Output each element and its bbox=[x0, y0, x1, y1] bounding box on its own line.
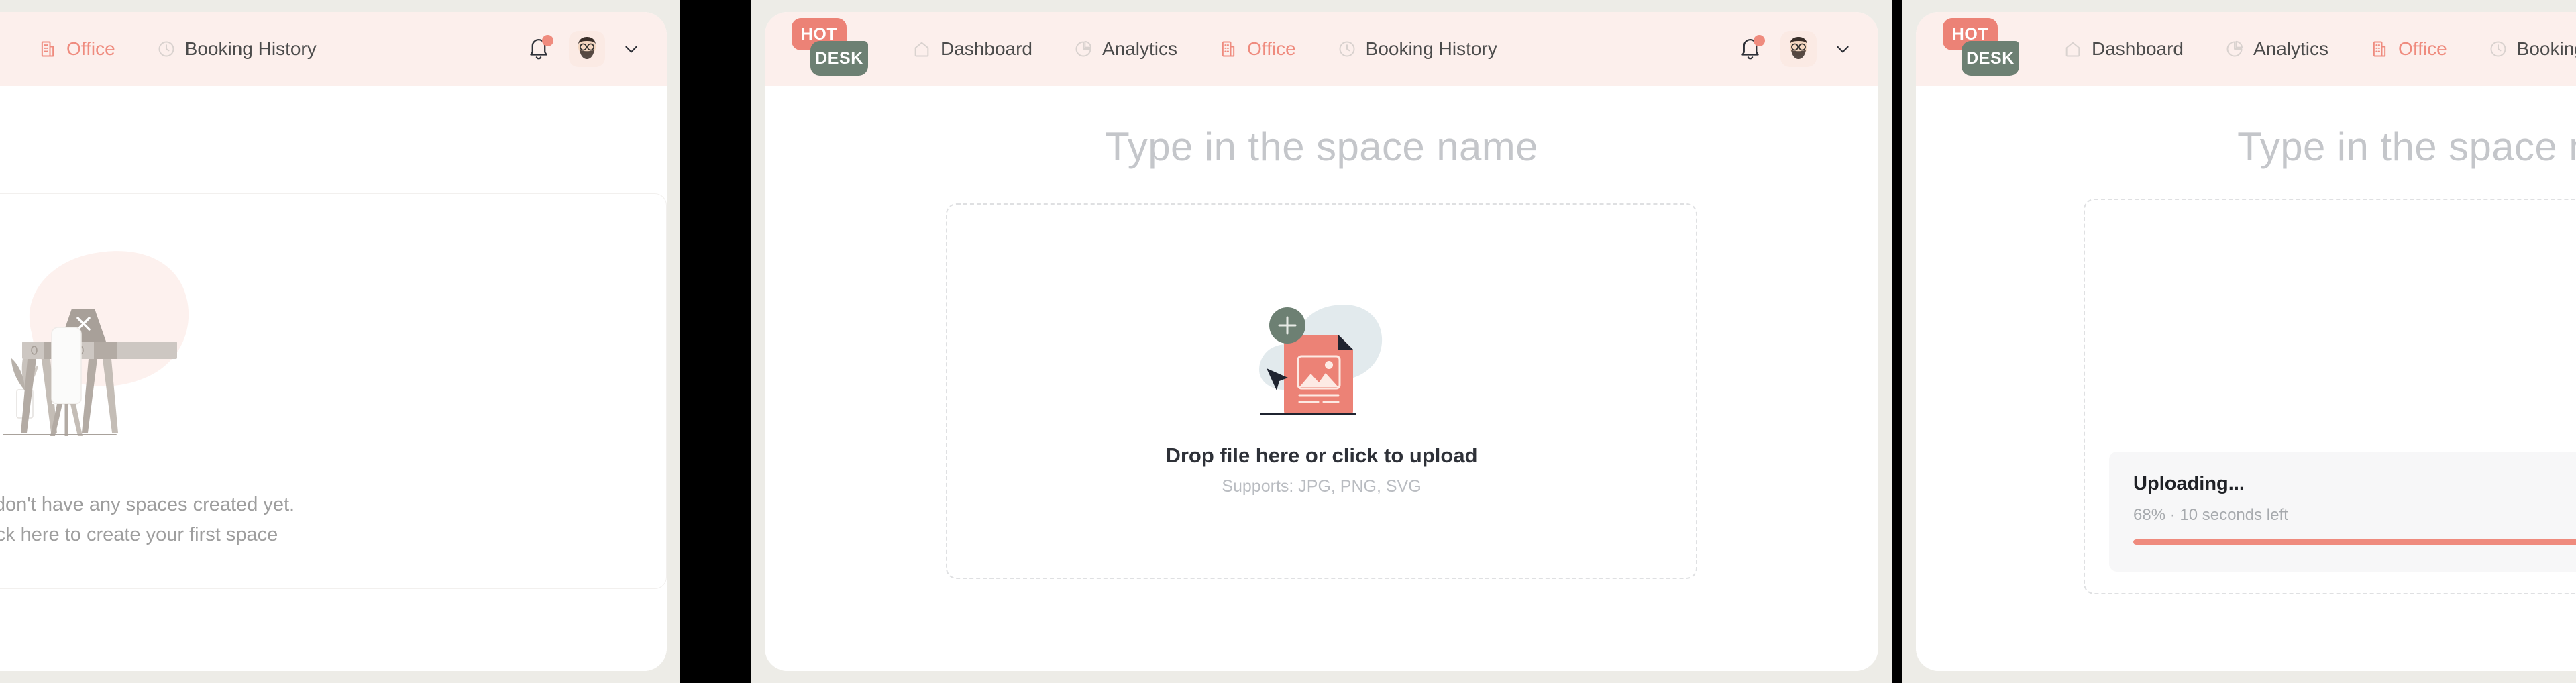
panel-2-body: Type in the space name bbox=[765, 86, 1878, 671]
nav-label: Dashboard bbox=[941, 38, 1032, 60]
nav-label: Booking History bbox=[1366, 38, 1497, 60]
nav-label: Office bbox=[66, 38, 115, 60]
file-upload-illustration bbox=[1234, 286, 1409, 421]
app-card-3: HOT DESK Dashboard Analytics bbox=[1916, 12, 2576, 671]
file-dropzone[interactable]: Drop file here or click to upload Suppor… bbox=[2084, 199, 2576, 594]
upload-status-meta: 68% · 10 seconds left bbox=[2133, 506, 2576, 525]
brand-logo-3[interactable]: HOT DESK bbox=[1943, 18, 2023, 80]
notification-badge bbox=[542, 35, 553, 46]
building-icon bbox=[38, 40, 57, 58]
clock-icon bbox=[157, 40, 176, 58]
nav-label: Office bbox=[1247, 38, 1296, 60]
dropzone-subtitle: Supports: JPG, PNG, SVG bbox=[1222, 477, 1421, 496]
upload-status-title: Uploading... bbox=[2133, 473, 2576, 495]
home-icon bbox=[912, 40, 931, 58]
nav-item-office[interactable]: Office bbox=[38, 38, 115, 60]
nav-item-booking-history[interactable]: Booking History bbox=[1338, 38, 1497, 60]
file-dropzone[interactable]: Drop file here or click to upload Suppor… bbox=[946, 203, 1697, 579]
empty-line-2[interactable]: Click here to create your first space bbox=[0, 520, 294, 550]
notifications-button[interactable] bbox=[526, 36, 551, 62]
building-icon bbox=[1219, 40, 1238, 58]
panel-create-space: HOT DESK Dashboard Analytics bbox=[751, 0, 1892, 683]
nav-item-dashboard[interactable]: Dashboard bbox=[2063, 38, 2184, 60]
nav-label: Analytics bbox=[1102, 38, 1177, 60]
logo-desk-badge: DESK bbox=[1962, 41, 2019, 76]
chevron-down-icon[interactable] bbox=[623, 40, 640, 58]
nav-item-analytics[interactable]: Analytics bbox=[2225, 38, 2328, 60]
brand-logo-2[interactable]: HOT DESK bbox=[792, 18, 872, 80]
space-name-input[interactable]: Type in the space name bbox=[1916, 86, 2576, 170]
nav-label: Booking History bbox=[185, 38, 317, 60]
empty-line-1: You don't have any spaces created yet. bbox=[0, 490, 294, 520]
nav-items-2: Dashboard Analytics Office bbox=[912, 38, 1497, 60]
dropzone-title: Drop file here or click to upload bbox=[1165, 443, 1477, 468]
nav-item-booking-history[interactable]: Booking History bbox=[157, 38, 317, 60]
nav-label: Dashboard bbox=[2092, 38, 2184, 60]
top-navigation-bar-1: HOT DESK Dashboard Analytics bbox=[0, 12, 667, 86]
avatar-face-icon bbox=[1780, 31, 1817, 67]
notifications-button[interactable] bbox=[1737, 36, 1763, 62]
app-card-2: HOT DESK Dashboard Analytics bbox=[765, 12, 1878, 671]
panel-uploading: HOT DESK Dashboard Analytics bbox=[1902, 0, 2576, 683]
nav-items-1: Dashboard Analytics Office bbox=[0, 38, 317, 60]
nav-label: Analytics bbox=[2253, 38, 2328, 60]
avatar-face-icon bbox=[569, 31, 605, 67]
clock-icon bbox=[1338, 40, 1356, 58]
nav-item-office[interactable]: Office bbox=[1219, 38, 1296, 60]
nav-item-office[interactable]: Office bbox=[2370, 38, 2447, 60]
panel-3-body: Type in the space name bbox=[1916, 86, 2576, 671]
user-avatar[interactable] bbox=[1780, 31, 1817, 67]
empty-desk-illustration bbox=[0, 232, 266, 460]
chevron-down-icon[interactable] bbox=[1834, 40, 1851, 58]
notification-badge bbox=[1754, 35, 1765, 46]
pie-chart-icon bbox=[1074, 40, 1093, 58]
top-navigation-bar-3: HOT DESK Dashboard Analytics bbox=[1916, 12, 2576, 86]
empty-state-message: You don't have any spaces created yet. C… bbox=[0, 490, 294, 550]
nav-right-cluster-1 bbox=[526, 31, 640, 67]
panel-1-body: You don't have any spaces created yet. C… bbox=[0, 86, 667, 671]
upload-progress-panel: Uploading... 68% · 10 seconds left bbox=[2109, 452, 2576, 572]
nav-item-dashboard[interactable]: Dashboard bbox=[912, 38, 1032, 60]
top-navigation-bar-2: HOT DESK Dashboard Analytics bbox=[765, 12, 1878, 86]
nav-items-3: Dashboard Analytics Office bbox=[2063, 38, 2576, 60]
upload-progress-track bbox=[2133, 539, 2576, 545]
nav-item-booking-history[interactable]: Booking History bbox=[2489, 38, 2576, 60]
clock-icon bbox=[2489, 40, 2508, 58]
home-icon bbox=[2063, 40, 2082, 58]
user-avatar[interactable] bbox=[569, 31, 605, 67]
pie-chart-icon bbox=[2225, 40, 2244, 58]
nav-label: Booking History bbox=[2517, 38, 2576, 60]
logo-desk-badge: DESK bbox=[810, 41, 868, 76]
create-first-space-card[interactable]: You don't have any spaces created yet. C… bbox=[0, 193, 667, 589]
screenshot-stage: HOT DESK Dashboard Analytics bbox=[0, 0, 2576, 683]
nav-item-analytics[interactable]: Analytics bbox=[1074, 38, 1177, 60]
panel-spaces-empty: HOT DESK Dashboard Analytics bbox=[0, 0, 680, 683]
nav-right-cluster-2 bbox=[1737, 31, 1851, 67]
building-icon bbox=[2370, 40, 2389, 58]
upload-progress-fill bbox=[2133, 539, 2576, 545]
app-card-1: HOT DESK Dashboard Analytics bbox=[0, 12, 667, 671]
nav-label: Office bbox=[2398, 38, 2447, 60]
space-name-input[interactable]: Type in the space name bbox=[765, 86, 1878, 170]
